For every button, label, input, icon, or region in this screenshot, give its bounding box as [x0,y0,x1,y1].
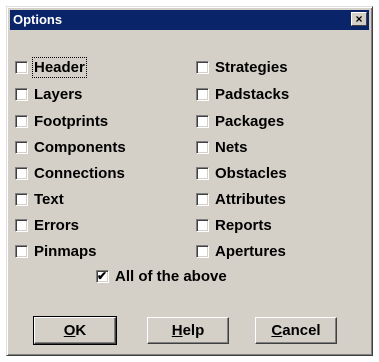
checkbox-box[interactable] [15,60,28,74]
checkbox-label: Packages [215,112,285,130]
checkbox-label: Obstacles [215,164,287,182]
checkbox-box[interactable] [15,140,28,154]
checkbox-text[interactable]: Text [15,190,64,208]
checkbox-reports[interactable]: Reports [196,216,272,234]
ok-label-rest: K [75,322,87,339]
checkbox-layers[interactable]: Layers [15,85,82,103]
checkbox-pinmaps[interactable]: Pinmaps [15,242,97,260]
checkbox-box[interactable] [196,166,209,180]
checkbox-label: Reports [215,216,272,234]
checkbox-label: Header [32,56,87,78]
options-dialog: Options × Header Layers Footprints Compo… [6,6,373,356]
checkbox-header[interactable]: Header [15,56,87,78]
checkbox-components[interactable]: Components [15,138,126,156]
checkbox-label: Apertures [215,242,286,260]
checkbox-obstacles[interactable]: Obstacles [196,164,287,182]
checkbox-label: Attributes [215,190,286,208]
checkbox-errors[interactable]: Errors [15,216,79,234]
checkbox-packages[interactable]: Packages [196,112,284,130]
checkbox-box[interactable] [15,166,28,180]
help-label-rest: elp [182,322,205,339]
close-icon: × [355,12,363,26]
checkbox-strategies[interactable]: Strategies [196,58,288,76]
checkbox-box[interactable] [196,192,209,206]
cancel-mnemonic: C [271,322,283,339]
cancel-label-rest: ancel [282,322,321,339]
checkbox-box[interactable] [196,60,209,74]
checkbox-box[interactable] [196,87,209,101]
checkbox-padstacks[interactable]: Padstacks [196,85,289,103]
checkbox-box[interactable] [96,268,109,284]
checkbox-label: Nets [215,138,248,156]
checkbox-box[interactable] [15,192,28,206]
ok-button[interactable]: OK [33,316,117,345]
checkbox-box[interactable] [196,218,209,232]
checkbox-label: Layers [34,85,83,103]
help-button[interactable]: Help [147,317,229,344]
checkbox-apertures[interactable]: Apertures [196,242,286,260]
checkbox-label: Components [34,138,126,156]
ok-mnemonic: O [63,322,76,339]
help-mnemonic: H [171,322,183,339]
checkbox-connections[interactable]: Connections [15,164,125,182]
checkbox-footprints[interactable]: Footprints [15,112,108,130]
window-title: Options [13,12,63,27]
checkbox-label: Padstacks [215,85,290,103]
checkbox-box[interactable] [15,114,28,128]
checkbox-box[interactable] [196,140,209,154]
checkbox-label: Connections [34,164,125,182]
checkbox-label: All of the above [115,267,227,285]
checkbox-label: Pinmaps [34,242,97,260]
checkbox-label: Footprints [34,112,109,130]
checkbox-attributes[interactable]: Attributes [196,190,286,208]
checkbox-box[interactable] [15,218,28,232]
title-bar[interactable]: Options × [10,10,369,30]
checkbox-box[interactable] [15,244,28,258]
checkbox-label: Text [34,190,64,208]
checkbox-all-of-the-above[interactable]: All of the above [96,267,227,285]
checkbox-box[interactable] [196,114,209,128]
checkbox-nets[interactable]: Nets [196,138,248,156]
checkbox-label: Strategies [215,58,288,76]
checkbox-box[interactable] [196,244,209,258]
checkbox-box[interactable] [15,87,28,101]
checkbox-label: Errors [34,216,80,234]
cancel-button[interactable]: Cancel [255,317,337,344]
close-button[interactable]: × [351,12,367,26]
